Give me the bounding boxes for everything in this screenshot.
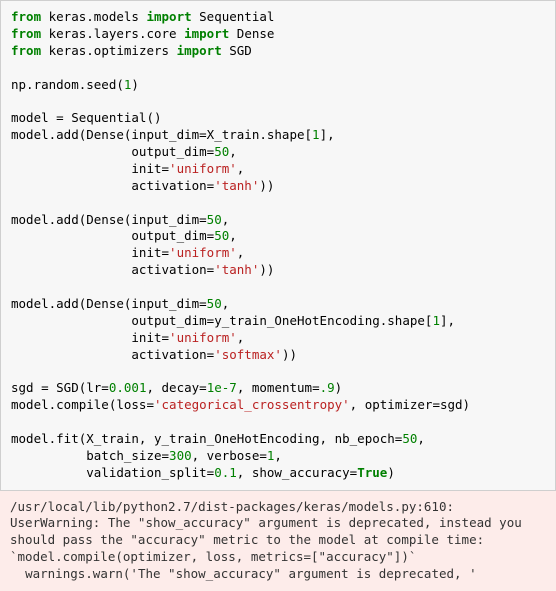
string-literal: 'tanh': [214, 178, 259, 193]
code-text: ,: [222, 296, 230, 311]
keyword-import: import: [184, 26, 229, 41]
code-text: activation=: [11, 347, 214, 362]
number-literal: 300: [169, 448, 192, 463]
code-text: ],: [440, 313, 455, 328]
code-text: model = Sequential(): [11, 110, 162, 125]
number-literal: 50: [207, 296, 222, 311]
code-text: ): [335, 380, 343, 395]
code-text: keras.layers.core: [41, 26, 184, 41]
code-text: keras.models: [41, 9, 146, 24]
code-text: ,: [229, 228, 237, 243]
number-literal: .9: [320, 380, 335, 395]
code-text: , decay=: [146, 380, 206, 395]
string-literal: 'tanh': [214, 262, 259, 277]
code-text: Dense: [229, 26, 274, 41]
keyword-import: import: [146, 9, 191, 24]
code-text: , verbose=: [192, 448, 267, 463]
code-text: ,: [229, 144, 237, 159]
code-text: , optimizer=sgd): [350, 397, 470, 412]
code-text: ,: [274, 448, 282, 463]
code-text: ,: [237, 245, 245, 260]
code-text: activation=: [11, 262, 214, 277]
code-text: init=: [11, 245, 169, 260]
string-literal: 'uniform': [169, 245, 237, 260]
code-text: ,: [222, 212, 230, 227]
code-text: )): [282, 347, 297, 362]
number-literal: 50: [214, 144, 229, 159]
code-text: init=: [11, 330, 169, 345]
code-text: output_dim=: [11, 144, 214, 159]
code-text: model.fit(X_train, y_train_OneHotEncodin…: [11, 431, 402, 446]
code-text: model.add(Dense(input_dim=: [11, 212, 207, 227]
keyword-from: from: [11, 26, 41, 41]
code-text: sgd = SGD(lr=: [11, 380, 109, 395]
keyword-from: from: [11, 9, 41, 24]
code-text: )): [259, 178, 274, 193]
code-text: model.compile(loss=: [11, 397, 154, 412]
number-literal: 0.1: [214, 465, 237, 480]
code-text: keras.optimizers: [41, 43, 176, 58]
code-text: activation=: [11, 178, 214, 193]
number-literal: 0.001: [109, 380, 147, 395]
number-literal: 50: [214, 228, 229, 243]
number-literal: 1: [432, 313, 440, 328]
code-text: init=: [11, 161, 169, 176]
string-literal: 'softmax': [214, 347, 282, 362]
code-text: model.add(Dense(input_dim=: [11, 296, 207, 311]
string-literal: 'uniform': [169, 161, 237, 176]
string-literal: 'categorical_crossentropy': [154, 397, 350, 412]
keyword-import: import: [177, 43, 222, 58]
constant-true: True: [357, 465, 387, 480]
number-literal: 50: [402, 431, 417, 446]
code-text: output_dim=: [11, 228, 214, 243]
code-text: output_dim=y_train_OneHotEncoding.shape[: [11, 313, 432, 328]
code-text: ,: [237, 330, 245, 345]
code-text: SGD: [222, 43, 252, 58]
code-text: ): [131, 77, 139, 92]
code-text: validation_split=: [11, 465, 214, 480]
string-literal: 'uniform': [169, 330, 237, 345]
keyword-from: from: [11, 43, 41, 58]
code-text: np.random.seed(: [11, 77, 124, 92]
number-literal: 50: [207, 212, 222, 227]
number-literal: 1e-7: [207, 380, 237, 395]
warning-text: /usr/local/lib/python2.7/dist-packages/k…: [10, 499, 529, 582]
code-text: model.add(Dense(input_dim=X_train.shape[: [11, 127, 312, 142]
code-text: batch_size=: [11, 448, 169, 463]
code-text: ): [387, 465, 395, 480]
code-text: , show_accuracy=: [237, 465, 357, 480]
code-text: ,: [237, 161, 245, 176]
code-text: Sequential: [192, 9, 275, 24]
number-literal: 1: [312, 127, 320, 142]
code-text: )): [259, 262, 274, 277]
code-text: ],: [320, 127, 335, 142]
code-text: ,: [417, 431, 425, 446]
stderr-output-cell: /usr/local/lib/python2.7/dist-packages/k…: [0, 491, 556, 591]
code-input-cell: from keras.models import Sequential from…: [0, 0, 556, 491]
code-text: , momentum=: [237, 380, 320, 395]
